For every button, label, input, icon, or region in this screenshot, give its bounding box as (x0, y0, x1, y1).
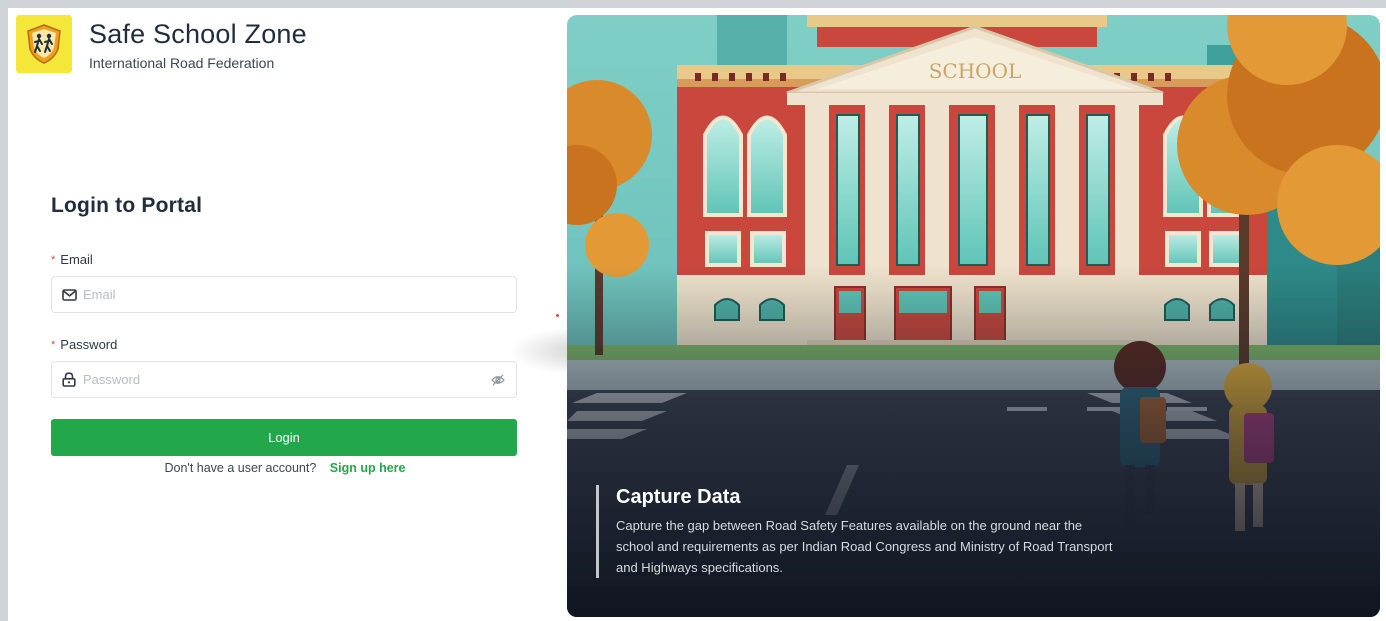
password-field-wrapper[interactable] (51, 361, 517, 398)
required-marker: * (51, 338, 56, 351)
caption-text: Capture the gap between Road Safety Feat… (616, 518, 1113, 575)
signup-row: Don't have a user account? Sign up here (51, 461, 517, 475)
caption-title: Capture Data (616, 486, 741, 508)
login-page: Safe School Zone International Road Fede… (8, 8, 1386, 621)
eye-hidden-icon[interactable] (490, 372, 506, 388)
children-crossing-shield-icon (16, 15, 72, 73)
decorative-dot (556, 314, 559, 317)
email-label-text: Email (60, 252, 93, 267)
required-marker: * (51, 253, 56, 266)
brand-title: Safe School Zone (89, 19, 307, 49)
login-title: Login to Portal (51, 194, 203, 217)
signup-prompt: Don't have a user account? (164, 461, 317, 475)
login-form: Login to Portal * Email * Password (51, 194, 517, 475)
school-illustration-panel: SCHOOL Capture Data Capture the gap betw… (567, 15, 1380, 617)
hero-caption: Capture Data Capture the gap between Roa… (596, 485, 1116, 578)
envelope-icon (62, 287, 78, 303)
lock-icon (62, 372, 78, 388)
brand-header: Safe School Zone International Road Fede… (16, 15, 307, 73)
email-input[interactable] (83, 287, 506, 302)
email-label: * Email (51, 252, 517, 267)
password-input[interactable] (83, 372, 490, 387)
email-field-wrapper[interactable] (51, 276, 517, 313)
school-sign: SCHOOL (929, 59, 1022, 83)
signup-link[interactable]: Sign up here (330, 461, 406, 475)
login-button[interactable]: Login (51, 419, 517, 456)
password-label-text: Password (60, 337, 118, 352)
brand-subtitle: International Road Federation (89, 55, 275, 71)
password-label: * Password (51, 337, 517, 352)
